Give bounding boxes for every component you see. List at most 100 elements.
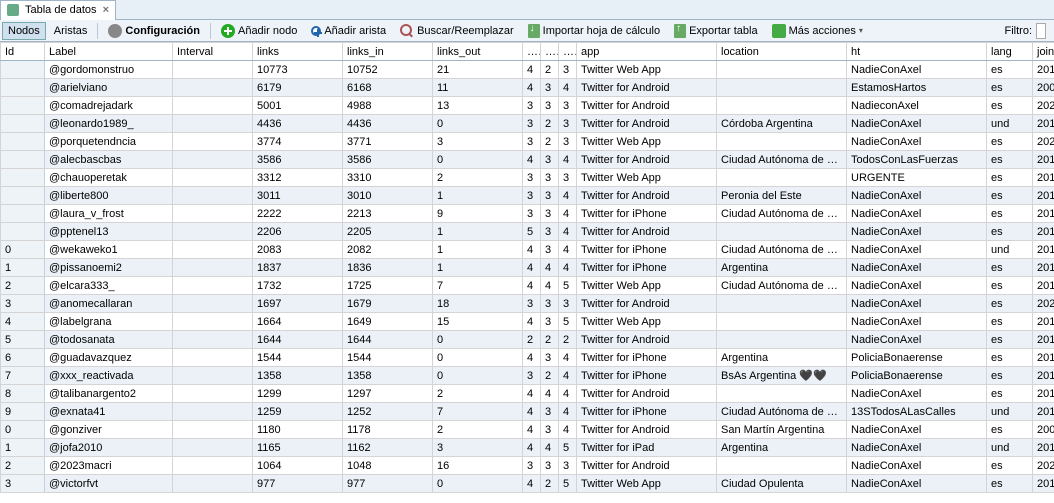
table-cell[interactable] (1, 133, 45, 151)
table-cell[interactable]: 3771 (343, 133, 433, 151)
table-cell[interactable]: @chauoperetak (45, 169, 173, 187)
table-cell[interactable] (173, 403, 253, 421)
table-cell[interactable]: 3011 (253, 187, 343, 205)
table-cell[interactable] (717, 295, 847, 313)
table-cell[interactable]: 3 (541, 223, 559, 241)
table-cell[interactable]: 1299 (253, 385, 343, 403)
table-cell[interactable]: 2206 (253, 223, 343, 241)
table-cell[interactable]: 0 (433, 349, 523, 367)
table-cell[interactable]: @porquetendncia (45, 133, 173, 151)
table-cell[interactable]: es (987, 61, 1033, 79)
table-cell[interactable]: Twitter for Android (577, 385, 717, 403)
table-cell[interactable]: 2018-05-17 (1033, 169, 1054, 187)
table-cell[interactable]: 2015-06-16 (1033, 223, 1054, 241)
table-cell[interactable]: 4 (523, 259, 541, 277)
table-cell[interactable]: 16 (433, 457, 523, 475)
col-links-out[interactable]: links_out (433, 43, 523, 61)
col-ht[interactable]: ht (847, 43, 987, 61)
table-cell[interactable]: 4436 (343, 115, 433, 133)
table-cell[interactable]: 3 (1, 475, 45, 493)
table-cell[interactable] (717, 133, 847, 151)
table-row[interactable]: @gordomonstruo107731075221423Twitter Web… (1, 61, 1054, 79)
table-cell[interactable] (1, 205, 45, 223)
table-cell[interactable]: 2205 (343, 223, 433, 241)
table-cell[interactable]: 3 (433, 439, 523, 457)
table-cell[interactable]: 4 (523, 439, 541, 457)
table-cell[interactable]: 3 (559, 169, 577, 187)
table-cell[interactable]: es (987, 223, 1033, 241)
table-cell[interactable] (1, 79, 45, 97)
table-cell[interactable]: 1252 (343, 403, 433, 421)
table-cell[interactable]: 2 (523, 331, 541, 349)
table-cell[interactable]: NadieConAxel (847, 205, 987, 223)
table-cell[interactable]: 2020-07-06 (1033, 97, 1054, 115)
table-cell[interactable]: 5 (559, 277, 577, 295)
table-cell[interactable]: @laura_v_frost (45, 205, 173, 223)
table-cell[interactable] (173, 349, 253, 367)
table-cell[interactable]: 1 (1, 439, 45, 457)
table-cell[interactable]: @pissanoemi2 (45, 259, 173, 277)
table-cell[interactable]: 3 (433, 133, 523, 151)
table-cell[interactable]: 7 (433, 277, 523, 295)
table-cell[interactable]: 8 (1, 385, 45, 403)
table-cell[interactable]: 3 (523, 115, 541, 133)
table-cell[interactable]: @victorfvt (45, 475, 173, 493)
table-cell[interactable]: Argentina (717, 439, 847, 457)
table-cell[interactable]: 4 (559, 205, 577, 223)
table-row[interactable]: @liberte800301130101334Twitter for Andro… (1, 187, 1054, 205)
table-cell[interactable]: Ciudad Opulenta (717, 475, 847, 493)
table-cell[interactable]: es (987, 295, 1033, 313)
table-cell[interactable]: 1644 (253, 331, 343, 349)
table-cell[interactable]: 4 (523, 241, 541, 259)
tab-data-table[interactable]: Tabla de datos × (0, 0, 116, 20)
table-cell[interactable] (173, 205, 253, 223)
table-cell[interactable]: 2 (541, 475, 559, 493)
table-cell[interactable]: @comadrejadark (45, 97, 173, 115)
table-cell[interactable]: 1178 (343, 421, 433, 439)
table-cell[interactable]: 1358 (343, 367, 433, 385)
table-cell[interactable]: 1 (1, 259, 45, 277)
table-cell[interactable]: es (987, 349, 1033, 367)
table-cell[interactable] (1, 115, 45, 133)
table-row[interactable]: @alecbascbas358635860434Twitter for Andr… (1, 151, 1054, 169)
table-row[interactable]: 3@victorfvt9779770425Twitter Web AppCiud… (1, 475, 1054, 493)
table-cell[interactable]: @anomecallaran (45, 295, 173, 313)
table-cell[interactable]: 3 (541, 169, 559, 187)
table-cell[interactable]: Twitter Web App (577, 61, 717, 79)
table-cell[interactable]: 3 (523, 295, 541, 313)
table-cell[interactable]: Peronia del Este (717, 187, 847, 205)
table-cell[interactable] (173, 439, 253, 457)
table-cell[interactable]: es (987, 133, 1033, 151)
table-cell[interactable]: Twitter for iPhone (577, 259, 717, 277)
table-cell[interactable]: 2010-01-19 (1033, 439, 1054, 457)
table-cell[interactable] (1, 169, 45, 187)
table-cell[interactable]: @labelgrana (45, 313, 173, 331)
table-cell[interactable]: es (987, 151, 1033, 169)
table-cell[interactable]: Ciudad Autónoma de B... (717, 151, 847, 169)
table-cell[interactable]: 15 (433, 313, 523, 331)
table-cell[interactable]: 5 (1, 331, 45, 349)
table-cell[interactable]: 1180 (253, 421, 343, 439)
table-cell[interactable]: @gonziver (45, 421, 173, 439)
table-cell[interactable]: NadieconAxel (847, 97, 987, 115)
table-cell[interactable]: NadieConAxel (847, 223, 987, 241)
table-cell[interactable]: 2 (433, 385, 523, 403)
table-cell[interactable]: Twitter for Android (577, 457, 717, 475)
search-replace-button[interactable]: Buscar/Reemplazar (394, 21, 520, 41)
table-cell[interactable]: und (987, 115, 1033, 133)
table-cell[interactable]: 7 (1, 367, 45, 385)
import-button[interactable]: Importar hoja de cálculo (522, 21, 666, 41)
table-cell[interactable]: 6168 (343, 79, 433, 97)
table-cell[interactable]: 5 (559, 475, 577, 493)
table-cell[interactable]: es (987, 457, 1033, 475)
table-cell[interactable]: 0 (433, 367, 523, 385)
table-cell[interactable]: NadieConAxel (847, 61, 987, 79)
col-links-in[interactable]: links_in (343, 43, 433, 61)
table-cell[interactable]: 2 (433, 169, 523, 187)
table-cell[interactable]: 1836 (343, 259, 433, 277)
table-cell[interactable]: 1725 (343, 277, 433, 295)
table-cell[interactable]: 4 (523, 313, 541, 331)
table-cell[interactable]: 3 (541, 421, 559, 439)
table-cell[interactable] (173, 169, 253, 187)
table-cell[interactable]: 18 (433, 295, 523, 313)
